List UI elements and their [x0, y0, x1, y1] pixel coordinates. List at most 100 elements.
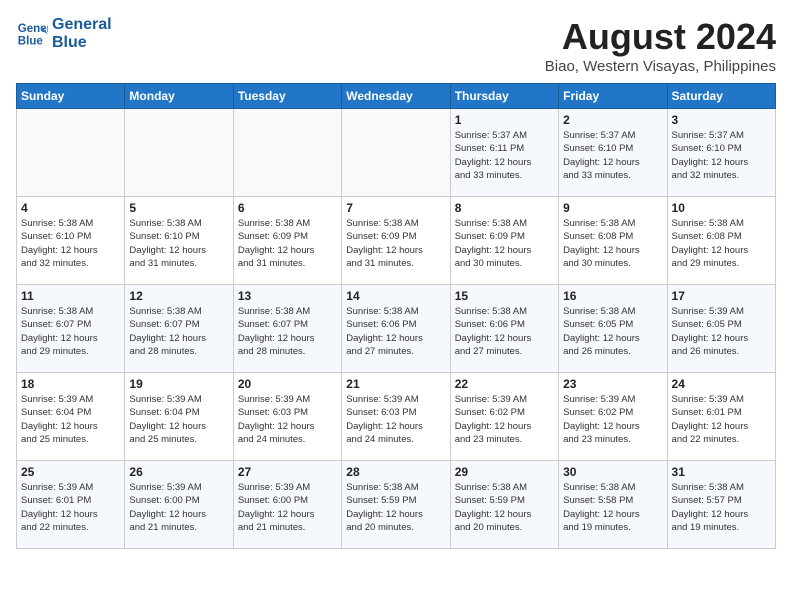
calendar-cell: 26 Sunrise: 5:39 AM Sunset: 6:00 PM Dayli…	[125, 461, 233, 549]
logo: General Blue GeneralBlue	[16, 16, 112, 53]
day-number: 27	[238, 465, 337, 479]
day-number: 24	[672, 377, 771, 391]
title-block: August 2024 Biao, Western Visayas, Phili…	[545, 16, 776, 75]
svg-text:Blue: Blue	[18, 36, 44, 48]
day-info: Sunrise: 5:39 AM Sunset: 6:02 PM Dayligh…	[455, 393, 554, 446]
calendar-cell: 3 Sunrise: 5:37 AM Sunset: 6:10 PM Daylig…	[667, 109, 775, 197]
day-number: 6	[238, 201, 337, 215]
calendar-cell: 19 Sunrise: 5:39 AM Sunset: 6:04 PM Dayli…	[125, 373, 233, 461]
day-number: 5	[129, 201, 228, 215]
calendar-cell: 9Sunrise: 5:38 AM Sunset: 6:08 PM Daylig…	[559, 197, 667, 285]
day-number: 26	[129, 465, 228, 479]
day-info: Sunrise: 5:38 AM Sunset: 6:09 PM Dayligh…	[238, 217, 337, 270]
day-info: Sunrise: 5:37 AM Sunset: 6:10 PM Dayligh…	[672, 129, 771, 182]
calendar-week-4: 18 Sunrise: 5:39 AM Sunset: 6:04 PM Dayli…	[17, 373, 776, 461]
day-number: 1	[455, 113, 554, 127]
day-number: 28	[346, 465, 445, 479]
calendar-cell	[17, 109, 125, 197]
weekday-header-friday: Friday	[559, 84, 667, 109]
day-info: Sunrise: 5:38 AM Sunset: 6:08 PM Dayligh…	[563, 217, 662, 270]
calendar-cell: 5 Sunrise: 5:38 AM Sunset: 6:10 PM Daylig…	[125, 197, 233, 285]
day-number: 3	[672, 113, 771, 127]
calendar-week-2: 4 Sunrise: 5:38 AM Sunset: 6:10 PM Daylig…	[17, 197, 776, 285]
day-number: 15	[455, 289, 554, 303]
weekday-header-row: SundayMondayTuesdayWednesdayThursdayFrid…	[17, 84, 776, 109]
calendar-cell	[125, 109, 233, 197]
day-info: Sunrise: 5:38 AM Sunset: 6:07 PM Dayligh…	[238, 305, 337, 358]
day-info: Sunrise: 5:39 AM Sunset: 6:00 PM Dayligh…	[238, 481, 337, 534]
calendar-cell: 17Sunrise: 5:39 AM Sunset: 6:05 PM Dayli…	[667, 285, 775, 373]
day-number: 21	[346, 377, 445, 391]
calendar-cell: 2 Sunrise: 5:37 AM Sunset: 6:10 PM Daylig…	[559, 109, 667, 197]
page-header: General Blue GeneralBlue August 2024 Bia…	[16, 16, 776, 75]
calendar-cell: 27 Sunrise: 5:39 AM Sunset: 6:00 PM Dayli…	[233, 461, 341, 549]
day-info: Sunrise: 5:39 AM Sunset: 6:04 PM Dayligh…	[21, 393, 120, 446]
day-info: Sunrise: 5:39 AM Sunset: 6:01 PM Dayligh…	[672, 393, 771, 446]
logo-icon: General Blue	[16, 18, 48, 50]
calendar-cell: 24 Sunrise: 5:39 AM Sunset: 6:01 PM Dayli…	[667, 373, 775, 461]
weekday-header-thursday: Thursday	[450, 84, 558, 109]
calendar-cell: 16Sunrise: 5:38 AM Sunset: 6:05 PM Dayli…	[559, 285, 667, 373]
calendar-cell: 13Sunrise: 5:38 AM Sunset: 6:07 PM Dayli…	[233, 285, 341, 373]
calendar-cell: 14 Sunrise: 5:38 AM Sunset: 6:06 PM Dayli…	[342, 285, 450, 373]
day-number: 23	[563, 377, 662, 391]
day-number: 16	[563, 289, 662, 303]
day-number: 20	[238, 377, 337, 391]
day-info: Sunrise: 5:39 AM Sunset: 6:04 PM Dayligh…	[129, 393, 228, 446]
day-number: 18	[21, 377, 120, 391]
calendar-cell: 12 Sunrise: 5:38 AM Sunset: 6:07 PM Dayli…	[125, 285, 233, 373]
calendar-week-3: 11Sunrise: 5:38 AM Sunset: 6:07 PM Dayli…	[17, 285, 776, 373]
day-info: Sunrise: 5:38 AM Sunset: 6:07 PM Dayligh…	[129, 305, 228, 358]
calendar-table: SundayMondayTuesdayWednesdayThursdayFrid…	[16, 83, 776, 549]
logo-text: GeneralBlue	[52, 16, 112, 53]
day-info: Sunrise: 5:39 AM Sunset: 6:03 PM Dayligh…	[346, 393, 445, 446]
day-number: 10	[672, 201, 771, 215]
location-subtitle: Biao, Western Visayas, Philippines	[545, 58, 776, 75]
calendar-cell: 6 Sunrise: 5:38 AM Sunset: 6:09 PM Daylig…	[233, 197, 341, 285]
day-info: Sunrise: 5:38 AM Sunset: 6:07 PM Dayligh…	[21, 305, 120, 358]
day-number: 12	[129, 289, 228, 303]
calendar-week-5: 25Sunrise: 5:39 AM Sunset: 6:01 PM Dayli…	[17, 461, 776, 549]
weekday-header-saturday: Saturday	[667, 84, 775, 109]
day-number: 7	[346, 201, 445, 215]
weekday-header-wednesday: Wednesday	[342, 84, 450, 109]
calendar-cell: 29Sunrise: 5:38 AM Sunset: 5:59 PM Dayli…	[450, 461, 558, 549]
weekday-header-tuesday: Tuesday	[233, 84, 341, 109]
day-info: Sunrise: 5:39 AM Sunset: 6:00 PM Dayligh…	[129, 481, 228, 534]
day-info: Sunrise: 5:39 AM Sunset: 6:05 PM Dayligh…	[672, 305, 771, 358]
calendar-week-1: 1 Sunrise: 5:37 AM Sunset: 6:11 PM Daylig…	[17, 109, 776, 197]
calendar-cell: 25Sunrise: 5:39 AM Sunset: 6:01 PM Dayli…	[17, 461, 125, 549]
calendar-cell: 8 Sunrise: 5:38 AM Sunset: 6:09 PM Daylig…	[450, 197, 558, 285]
calendar-cell	[233, 109, 341, 197]
day-info: Sunrise: 5:38 AM Sunset: 6:10 PM Dayligh…	[129, 217, 228, 270]
day-info: Sunrise: 5:38 AM Sunset: 6:10 PM Dayligh…	[21, 217, 120, 270]
day-info: Sunrise: 5:39 AM Sunset: 6:02 PM Dayligh…	[563, 393, 662, 446]
day-info: Sunrise: 5:38 AM Sunset: 6:09 PM Dayligh…	[346, 217, 445, 270]
day-number: 2	[563, 113, 662, 127]
day-info: Sunrise: 5:38 AM Sunset: 6:06 PM Dayligh…	[346, 305, 445, 358]
day-info: Sunrise: 5:37 AM Sunset: 6:10 PM Dayligh…	[563, 129, 662, 182]
calendar-cell: 23 Sunrise: 5:39 AM Sunset: 6:02 PM Dayli…	[559, 373, 667, 461]
day-number: 22	[455, 377, 554, 391]
day-number: 8	[455, 201, 554, 215]
day-number: 29	[455, 465, 554, 479]
calendar-cell: 20 Sunrise: 5:39 AM Sunset: 6:03 PM Dayli…	[233, 373, 341, 461]
day-info: Sunrise: 5:37 AM Sunset: 6:11 PM Dayligh…	[455, 129, 554, 182]
calendar-cell: 30 Sunrise: 5:38 AM Sunset: 5:58 PM Dayli…	[559, 461, 667, 549]
day-info: Sunrise: 5:38 AM Sunset: 5:58 PM Dayligh…	[563, 481, 662, 534]
day-number: 30	[563, 465, 662, 479]
day-info: Sunrise: 5:38 AM Sunset: 5:57 PM Dayligh…	[672, 481, 771, 534]
day-number: 31	[672, 465, 771, 479]
day-number: 14	[346, 289, 445, 303]
day-number: 4	[21, 201, 120, 215]
month-title: August 2024	[545, 16, 776, 58]
calendar-cell: 4 Sunrise: 5:38 AM Sunset: 6:10 PM Daylig…	[17, 197, 125, 285]
day-info: Sunrise: 5:38 AM Sunset: 6:08 PM Dayligh…	[672, 217, 771, 270]
day-number: 19	[129, 377, 228, 391]
day-info: Sunrise: 5:39 AM Sunset: 6:01 PM Dayligh…	[21, 481, 120, 534]
calendar-cell: 7 Sunrise: 5:38 AM Sunset: 6:09 PM Daylig…	[342, 197, 450, 285]
calendar-cell: 18 Sunrise: 5:39 AM Sunset: 6:04 PM Dayli…	[17, 373, 125, 461]
day-info: Sunrise: 5:38 AM Sunset: 6:09 PM Dayligh…	[455, 217, 554, 270]
day-info: Sunrise: 5:39 AM Sunset: 6:03 PM Dayligh…	[238, 393, 337, 446]
day-info: Sunrise: 5:38 AM Sunset: 6:06 PM Dayligh…	[455, 305, 554, 358]
